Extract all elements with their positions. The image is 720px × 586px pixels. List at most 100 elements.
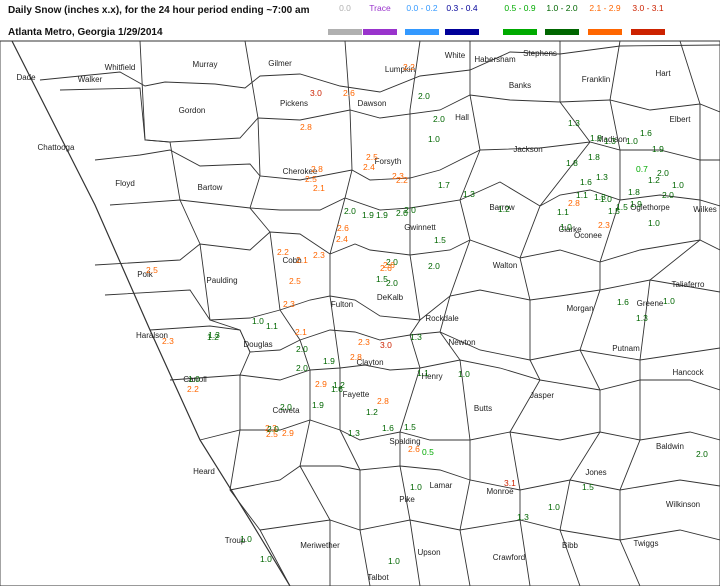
county-labels: Dade WalkerWhitfield Murray GilmerLumpkinWh… [16,49,716,582]
county-label: Wilkes [693,205,717,214]
observation-value: 1.5 [434,235,446,245]
county-label: Newton [448,338,475,347]
observation-value: 2.0 [280,402,292,412]
county-label: Jones [585,468,606,477]
county-label: Chattooga [38,143,75,152]
county-map: Dade WalkerWhitfield Murray GilmerLumpkinWh… [0,40,720,586]
county-label: White [445,51,466,60]
observation-value: 1.9 [323,356,335,366]
county-label: Meriwether [300,541,340,550]
observation-value: 2.1 [313,183,325,193]
county-label: Talbot [367,573,389,582]
observation-value: 2.6 [408,444,420,454]
county-label: Hart [655,69,671,78]
county-label: Heard [193,467,215,476]
observation-value: 2.2 [187,384,199,394]
observation-value: 1.1 [417,368,429,378]
county-label: Rockdale [425,314,459,323]
county-label: Stephens [523,49,557,58]
county-label: Gilmer [268,59,292,68]
observation-value: 2.6 [343,88,355,98]
county-label: Pickens [280,99,308,108]
observation-value: 2.5 [146,265,158,275]
county-label: Lamar [430,481,453,490]
observation-value: 2.0 [296,363,308,373]
county-label: Fulton [331,300,353,309]
county-label: Baldwin [656,442,684,451]
observation-value: 1.5 [582,482,594,492]
observation-value: 2.8 [311,164,323,174]
county-label: Jasper [530,391,554,400]
county-label: Forsyth [375,157,402,166]
observation-value: 2.0 [433,114,445,124]
observation-value: 2.9 [315,379,327,389]
observation-value: 1.3 [596,172,608,182]
observation-value: 0.7 [636,164,648,174]
observation-value: 2.0 [404,205,416,215]
county-label: Dade [16,73,36,82]
county-label: Fayette [343,390,370,399]
observation-value: 0.5 [422,447,434,457]
observation-value: 1.1 [266,321,278,331]
county-label: Paulding [206,276,237,285]
county-label: Whitfield [105,63,136,72]
observation-value: 2.2 [277,247,289,257]
observation-value: 1.3 [568,118,580,128]
observation-value: 2.3 [283,299,295,309]
observation-value: 1.0 [548,502,560,512]
county-label: Habersham [474,55,516,64]
county-borders [0,40,720,586]
observation-value: 1.3 [604,136,616,146]
observation-value: 1.8 [628,187,640,197]
county-label: Elbert [670,115,692,124]
observation-value: 2.9 [282,428,294,438]
observation-value: 2.8 [350,352,362,362]
county-label: Wilkinson [666,500,700,509]
observation-value: 2.1 [296,255,308,265]
observation-value: 2.0 [696,449,708,459]
observation-value: 1.6 [580,177,592,187]
observation-value: 2.0 [267,424,279,434]
observation-value: 3.0 [310,88,322,98]
county-label: Upson [417,548,440,557]
county-label: Jackson [513,145,542,154]
county-label: Hancock [672,368,704,377]
county-label: DeKalb [377,293,404,302]
observation-value: 2.3 [162,336,174,346]
observation-value: 1.0 [672,180,684,190]
observation-value: 2.5 [366,152,378,162]
observation-value: 1.2 [498,204,510,214]
observation-value: 1.5 [608,206,620,216]
observation-value: 1.6 [617,297,629,307]
county-label: Pike [399,495,415,504]
observation-value: 1.3 [410,332,422,342]
observation-value: 1.1 [557,207,569,217]
observation-value: 1.0 [560,222,572,232]
county-label: Bartow [198,183,223,192]
observation-value: 1.0 [188,374,200,384]
county-label: Dawson [358,99,387,108]
county-label: Bibb [562,541,579,550]
observation-value: 1.9 [362,210,374,220]
county-label: Douglas [243,340,272,349]
county-label: Oconee [574,231,603,240]
observation-value: 1.6 [640,128,652,138]
observation-value: 1.8 [566,158,578,168]
observation-value: 1.3 [348,428,360,438]
observation-value: 1.5 [376,274,388,284]
observation-value: 2.8 [568,198,580,208]
observation-value: 3.0 [380,340,392,350]
county-label: Butts [474,404,492,413]
county-label: Morgan [566,304,593,313]
observation-value: 1.0 [240,534,252,544]
observation-value: 1.0 [410,482,422,492]
county-label: Twiggs [634,539,659,548]
observation-value: 3.1 [504,478,516,488]
observation-value: 1.8 [590,133,602,143]
county-label: Crawford [493,553,525,562]
county-label: Gwinnett [404,223,436,232]
observation-value: 1.3 [463,189,475,199]
county-label: Putnam [612,344,640,353]
observation-value: 2.3 [313,250,325,260]
observation-value: 1.0 [458,369,470,379]
